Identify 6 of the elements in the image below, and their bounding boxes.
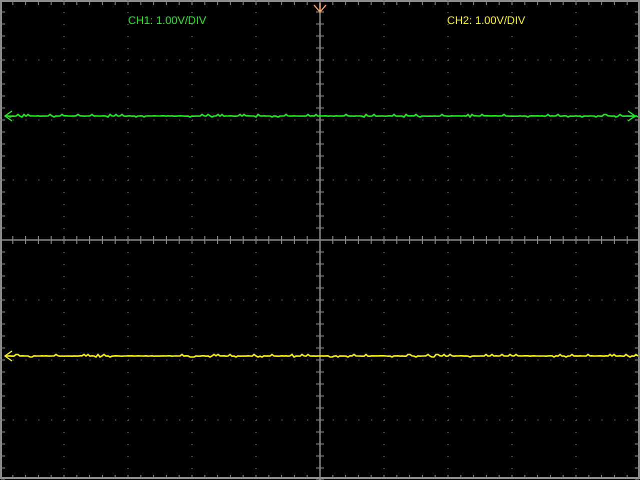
- channel-marker-icon: [4, 350, 15, 362]
- channel-marker-icon: [625, 110, 636, 122]
- trigger-marker-icon: [313, 2, 327, 13]
- channel-scale-label: CH1: 1.00V/DIV: [128, 15, 206, 27]
- channel-scale-label: CH2: 1.00V/DIV: [447, 15, 526, 27]
- channel-marker-icon: [4, 110, 15, 122]
